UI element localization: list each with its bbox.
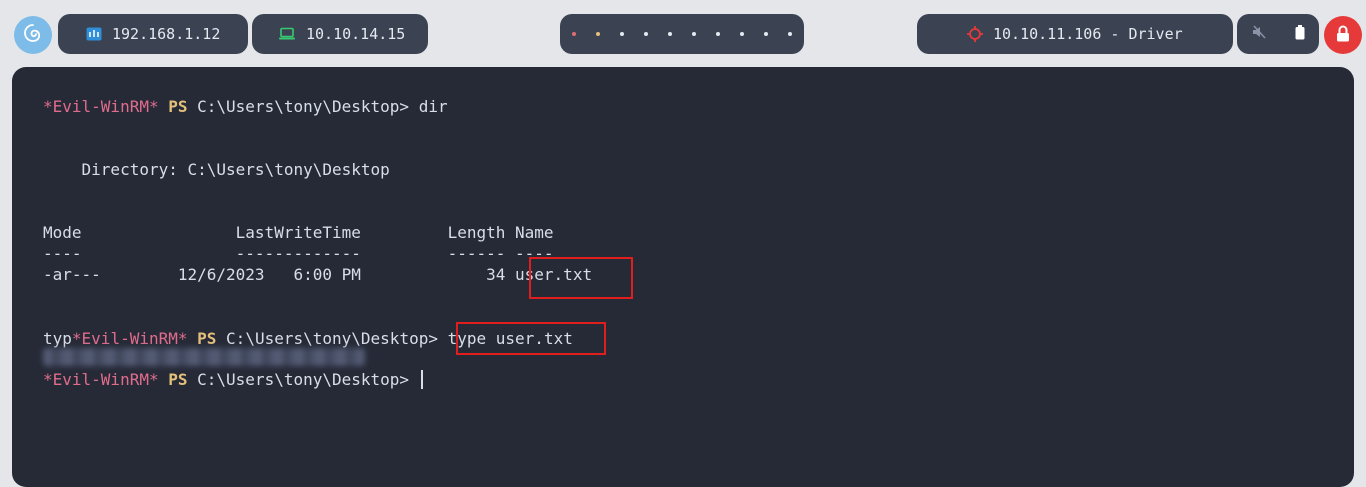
host-ip-indicator[interactable]: 192.168.1.12 — [58, 14, 248, 54]
workspace-dot-2[interactable] — [596, 32, 600, 36]
file-row-meta: -ar--- 12/6/2023 6:00 PM 34 — [43, 265, 516, 284]
prompt-ps: PS — [168, 97, 188, 116]
vpn-ip-indicator[interactable]: 10.10.14.15 — [252, 14, 428, 54]
workspace-dot-9[interactable] — [764, 32, 768, 36]
workspace-dot-1[interactable] — [572, 32, 576, 36]
terminal-line-file-row: -ar--- 12/6/2023 6:00 PM 34 user.txt — [43, 265, 592, 285]
laptop-icon — [278, 27, 296, 41]
typed-prefix: typ — [43, 329, 72, 348]
debian-swirl-icon — [22, 22, 44, 48]
lock-button[interactable] — [1324, 16, 1362, 54]
workspace-dot-7[interactable] — [716, 32, 720, 36]
network-icon — [86, 27, 102, 41]
prompt-cwd: C:\Users\tony\Desktop> — [197, 370, 410, 389]
terminal-line-directory: Directory: C:\Users\tony\Desktop — [43, 160, 390, 179]
prompt-ps: PS — [197, 329, 217, 348]
highlight-box-type-command — [456, 322, 606, 355]
text-cursor — [420, 370, 423, 389]
system-tray — [1237, 14, 1319, 54]
terminal-line-dir-command: *Evil-WinRM* PS C:\Users\tony\Desktop> d… — [43, 97, 448, 117]
vpn-ip-text: 10.10.14.15 — [306, 25, 406, 43]
speaker-muted-icon[interactable] — [1252, 25, 1266, 43]
prompt-cwd: C:\Users\tony\Desktop> — [226, 329, 438, 348]
workspace-dot-10[interactable] — [788, 32, 792, 36]
workspace-switcher[interactable] — [560, 14, 804, 54]
redacted-flag-output — [43, 348, 365, 366]
target-crosshair-icon — [967, 26, 983, 42]
prompt-cwd: C:\Users\tony\Desktop> — [197, 97, 410, 116]
target-indicator[interactable]: 10.10.11.106 - Driver — [917, 14, 1233, 54]
command-text: dir — [418, 97, 448, 116]
highlight-box-user-txt — [529, 257, 633, 299]
workspace-dot-5[interactable] — [668, 32, 672, 36]
workspace-dot-4[interactable] — [644, 32, 648, 36]
terminal-line-current-prompt: *Evil-WinRM* PS C:\Users\tony\Desktop> — [43, 370, 423, 390]
top-bar: 192.168.1.12 10.10.14.15 10.10.11.106 - … — [0, 0, 1366, 68]
terminal-line-separator: ---- ------------- ------ ---- — [43, 244, 554, 263]
lock-icon — [1336, 25, 1350, 46]
os-menu-button[interactable] — [14, 16, 52, 54]
workspace-dot-3[interactable] — [620, 32, 624, 36]
host-ip-text: 192.168.1.12 — [112, 25, 221, 43]
prompt-ps: PS — [168, 370, 188, 389]
workspace-dot-8[interactable] — [740, 32, 744, 36]
target-text: 10.10.11.106 - Driver — [993, 25, 1183, 43]
battery-icon[interactable] — [1295, 24, 1305, 44]
terminal-line-header: Mode LastWriteTime Length Name — [43, 223, 554, 242]
prompt-name: *Evil-WinRM* — [43, 97, 159, 116]
prompt-name: *Evil-WinRM* — [71, 329, 188, 348]
workspace-dot-6[interactable] — [692, 32, 696, 36]
terminal-window[interactable]: *Evil-WinRM* PS C:\Users\tony\Desktop> d… — [12, 67, 1354, 487]
prompt-name: *Evil-WinRM* — [43, 370, 159, 389]
